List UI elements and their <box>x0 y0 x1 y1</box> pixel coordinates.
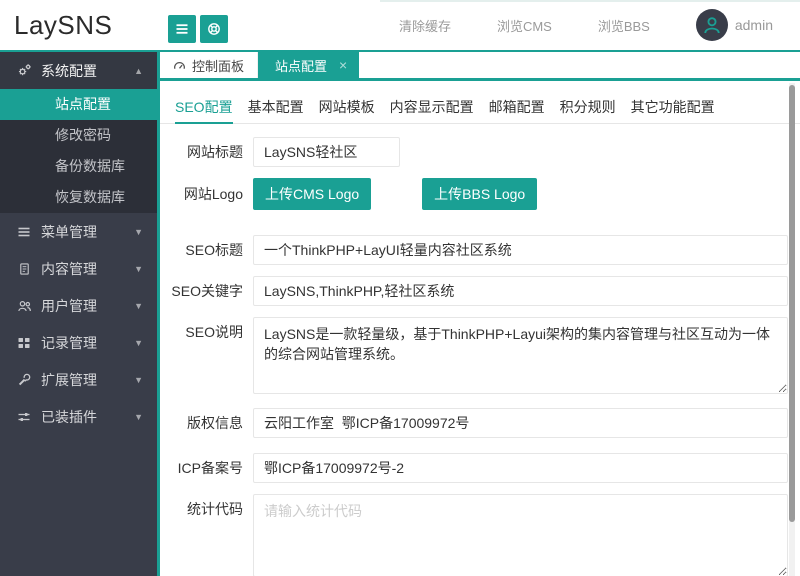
caret-down-icon: ▼ <box>134 411 143 422</box>
collapse-sidebar-button[interactable] <box>168 15 196 43</box>
statistics-code-textarea[interactable] <box>253 494 788 576</box>
system-config-submenu: 站点配置 修改密码 备份数据库 恢复数据库 <box>0 89 157 213</box>
wrench-icon <box>16 373 32 387</box>
sidebar-item-site-config[interactable]: 站点配置 <box>0 89 157 120</box>
seo-keywords-input[interactable] <box>253 276 788 306</box>
sidebar-item-installed-plugins[interactable]: 已装插件 ▼ <box>0 398 157 435</box>
tab-site-config[interactable]: 站点配置 × <box>258 52 360 78</box>
subtab-content-display-config[interactable]: 内容显示配置 <box>390 95 474 124</box>
sliders-icon <box>16 410 32 424</box>
header: LaySNS 清除缓存 浏览CMS 浏览BBS admin <box>0 0 800 52</box>
form-row: SEO标题 <box>160 235 800 265</box>
form-row: 版权信息 <box>160 408 800 438</box>
caret-up-icon: ▲ <box>134 65 143 76</box>
refresh-help-button[interactable] <box>200 15 228 43</box>
sidebar-item-user-management[interactable]: 用户管理 ▼ <box>0 287 157 324</box>
sidebar-item-label: 记录管理 <box>41 334 97 351</box>
user-icon <box>702 15 722 35</box>
brand-logo: LaySNS <box>14 10 113 40</box>
form-row: 网站标题 <box>160 137 800 167</box>
document-icon <box>16 262 32 276</box>
site-logo-label: 网站Logo <box>183 186 243 202</box>
cogs-icon <box>16 63 32 78</box>
sidebar-item-label: 菜单管理 <box>41 223 97 240</box>
sidebar-item-extension-management[interactable]: 扩展管理 ▼ <box>0 361 157 398</box>
avatar[interactable] <box>695 9 728 41</box>
subtab-basic-config[interactable]: 基本配置 <box>248 95 304 124</box>
tab-label: 站点配置 <box>275 58 328 74</box>
subtab-points-rules[interactable]: 积分规则 <box>560 95 616 124</box>
sidebar-item-restore-database[interactable]: 恢复数据库 <box>0 182 157 213</box>
subtab-mail-config[interactable]: 邮箱配置 <box>489 95 545 124</box>
caret-down-icon: ▼ <box>134 374 143 385</box>
form-row: ICP备案号 <box>160 453 800 483</box>
form-row: SEO关键字 <box>160 276 800 306</box>
copyright-label: 版权信息 <box>187 415 243 431</box>
dashboard-icon <box>173 59 186 72</box>
sidebar-item-content-management[interactable]: 内容管理 ▼ <box>0 250 157 287</box>
caret-down-icon: ▼ <box>134 263 143 274</box>
caret-down-icon: ▼ <box>134 300 143 311</box>
form-row: 统计代码 <box>160 494 800 576</box>
seo-description-textarea[interactable]: LaySNS是一款轻量级，基于ThinkPHP+Layui架构的集内容管理与社区… <box>253 317 788 394</box>
upload-cms-logo-button[interactable]: 上传CMS Logo <box>253 178 372 210</box>
sidebar-item-backup-database[interactable]: 备份数据库 <box>0 151 157 182</box>
icp-number-label: ICP备案号 <box>177 460 243 476</box>
sidebar-item-menu-management[interactable]: 菜单管理 ▼ <box>0 213 157 250</box>
settings-subtabs: SEO配置 基本配置 网站模板 内容显示配置 邮箱配置 积分规则 其它功能配置 <box>160 95 800 124</box>
sidebar-accent-border <box>157 52 160 576</box>
form-row: 网站Logo 上传CMS Logo 上传BBS Logo <box>160 178 800 210</box>
view-cms-link[interactable]: 浏览CMS <box>497 16 552 35</box>
clear-cache-link[interactable]: 清除缓存 <box>399 16 451 35</box>
site-title-input[interactable] <box>253 137 400 167</box>
grid-icon <box>16 336 32 350</box>
sidebar-item-label: 扩展管理 <box>41 371 97 388</box>
username-label[interactable]: admin <box>735 17 773 33</box>
statistics-code-label: 统计代码 <box>187 501 243 517</box>
caret-down-icon: ▼ <box>134 226 143 237</box>
main-content: SEO配置 基本配置 网站模板 内容显示配置 邮箱配置 积分规则 其它功能配置 … <box>160 81 800 576</box>
sidebar: 系统配置 ▲ 站点配置 修改密码 备份数据库 恢复数据库 菜单管理 ▼ 内容管理… <box>0 52 157 576</box>
upload-bbs-logo-button[interactable]: 上传BBS Logo <box>422 178 538 210</box>
seo-title-label: SEO标题 <box>185 242 243 258</box>
sidebar-item-label: 系统配置 <box>41 62 97 79</box>
sidebar-item-system-config[interactable]: 系统配置 ▲ <box>0 52 157 89</box>
subtab-seo-config[interactable]: SEO配置 <box>175 95 233 124</box>
life-ring-icon <box>207 22 221 36</box>
form-row: SEO说明 LaySNS是一款轻量级，基于ThinkPHP+Layui架构的集内… <box>160 317 800 394</box>
view-bbs-link[interactable]: 浏览BBS <box>598 16 650 35</box>
tab-label: 控制面板 <box>192 58 245 74</box>
subtab-site-template[interactable]: 网站模板 <box>319 95 375 124</box>
scrollbar-thumb[interactable] <box>789 85 795 522</box>
sidebar-item-change-password[interactable]: 修改密码 <box>0 120 157 151</box>
caret-down-icon: ▼ <box>134 337 143 348</box>
header-actions: 清除缓存 浏览CMS 浏览BBS admin <box>399 0 773 50</box>
users-icon <box>16 299 32 313</box>
sidebar-item-record-management[interactable]: 记录管理 ▼ <box>0 324 157 361</box>
seo-config-form: 网站标题 网站Logo 上传CMS Logo 上传BBS Logo SEO标题 … <box>160 137 800 576</box>
sidebar-item-label: 内容管理 <box>41 260 97 277</box>
menu-icon <box>16 225 32 239</box>
tabbar: 控制面板 站点配置 × <box>160 52 800 81</box>
icp-number-input[interactable] <box>253 453 788 483</box>
tab-dashboard[interactable]: 控制面板 <box>160 52 259 78</box>
close-icon[interactable]: × <box>339 58 347 72</box>
site-title-label: 网站标题 <box>187 144 243 160</box>
subtab-other-functions-config[interactable]: 其它功能配置 <box>631 95 715 124</box>
sidebar-item-label: 用户管理 <box>41 297 97 314</box>
seo-description-label: SEO说明 <box>185 324 243 340</box>
copyright-input[interactable] <box>253 408 788 438</box>
hamburger-icon <box>175 22 189 36</box>
seo-keywords-label: SEO关键字 <box>171 283 243 299</box>
seo-title-input[interactable] <box>253 235 788 265</box>
sidebar-item-label: 已装插件 <box>41 408 97 425</box>
